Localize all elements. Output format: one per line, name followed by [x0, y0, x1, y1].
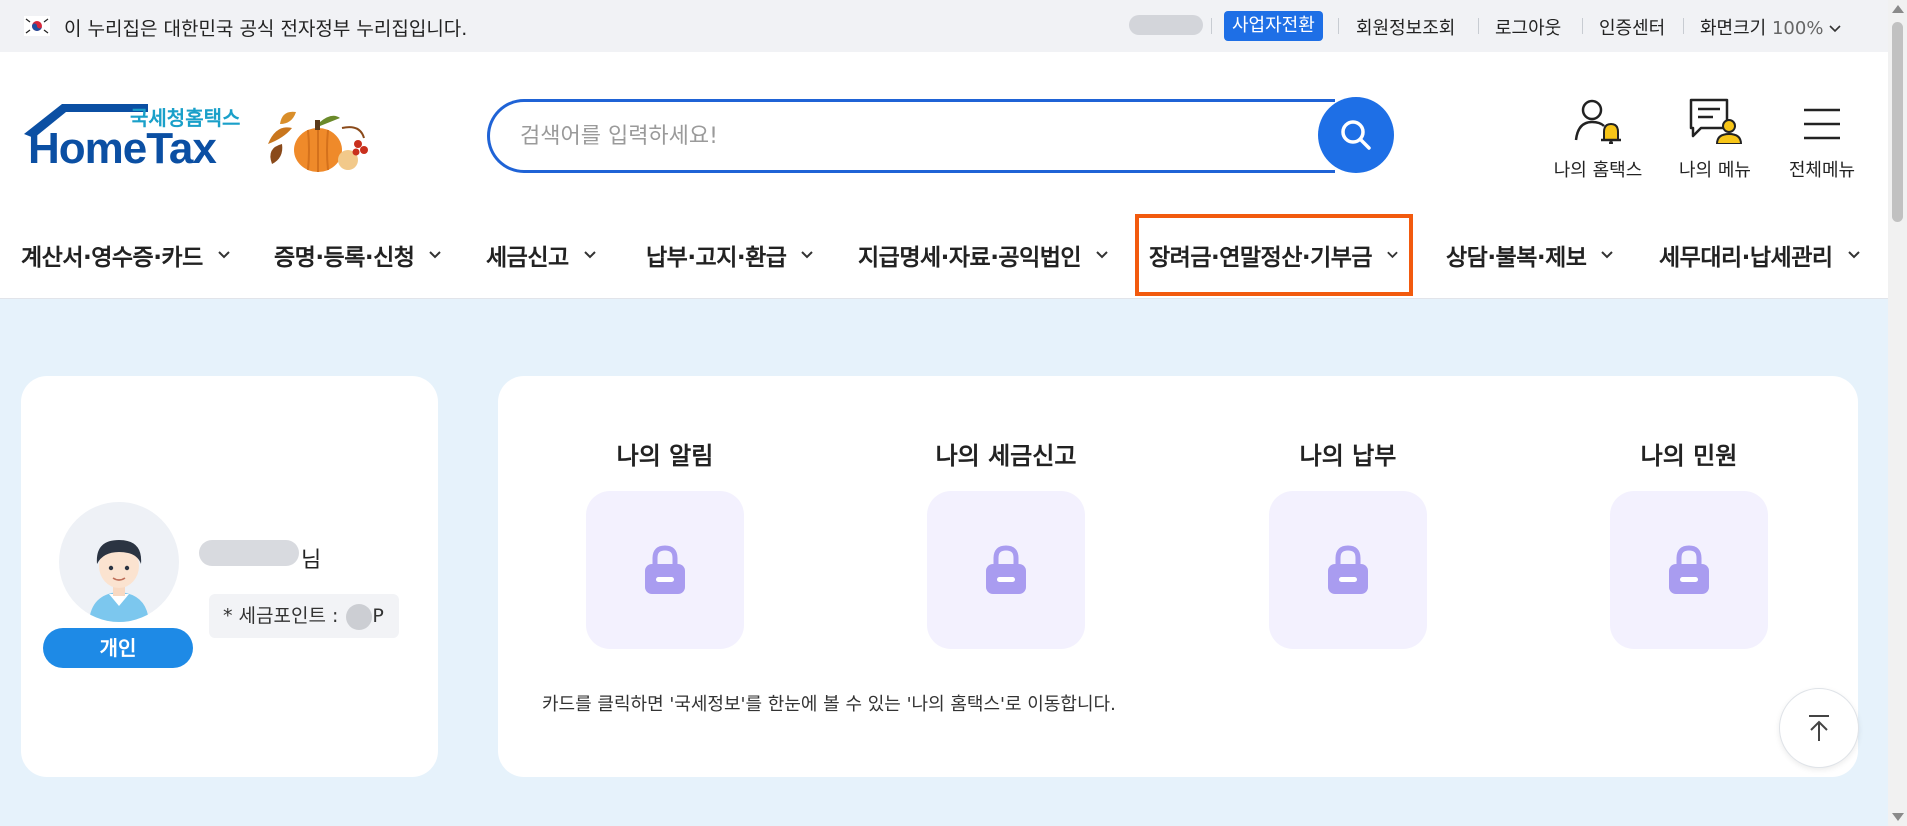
user-name-redacted — [199, 540, 299, 566]
my-dashboard-card: 나의 알림 나의 세금신고 나의 납부 나의 민원 카드를 클릭하면 '국세정보… — [498, 376, 1858, 777]
search-box — [487, 99, 1335, 173]
card-tile[interactable] — [586, 491, 744, 649]
tax-points-unit: P — [372, 605, 384, 627]
avatar — [59, 502, 179, 622]
tax-points[interactable]: * 세금포인트 : P — [209, 594, 399, 638]
nav-item-certificates[interactable]: 증명·등록·신청 — [274, 220, 442, 290]
divider — [1582, 18, 1583, 34]
zoom-control[interactable]: 화면크기 100% — [1700, 14, 1841, 40]
card-tile[interactable] — [927, 491, 1085, 649]
search-icon — [1341, 120, 1371, 150]
hometax-logo[interactable]: 국세청홈택스 HomeTax — [20, 100, 250, 173]
chevron-down-icon — [1601, 251, 1614, 259]
lock-icon — [645, 545, 685, 594]
card-my-alerts[interactable]: 나의 알림 — [585, 436, 745, 649]
gov-notice-text: 이 누리집은 대한민국 공식 전자정부 누리집입니다. — [64, 18, 468, 40]
scrollbar-thumb[interactable] — [1892, 22, 1903, 222]
lock-icon — [986, 545, 1026, 594]
nav-item-incentives[interactable]: 장려금·연말정산·기부금 — [1135, 214, 1413, 296]
nav-label: 상담·불복·제보 — [1446, 245, 1587, 271]
nav-item-invoices[interactable]: 계산서·영수증·카드 — [21, 220, 231, 290]
card-title: 나의 알림 — [616, 442, 714, 470]
divider — [1683, 18, 1684, 34]
card-tile[interactable] — [1610, 491, 1768, 649]
chevron-down-icon — [1847, 251, 1860, 259]
chevron-down-icon — [801, 251, 814, 259]
logout-link[interactable]: 로그아웃 — [1495, 14, 1561, 40]
lock-icon — [1328, 545, 1368, 594]
divider — [1338, 18, 1339, 34]
card-title: 나의 납부 — [1299, 442, 1397, 470]
card-title: 나의 세금신고 — [935, 442, 1077, 470]
tax-points-label: * 세금포인트 : — [223, 605, 345, 627]
logo-english-text: HomeTax — [28, 124, 217, 173]
main-nav: 계산서·영수증·카드 증명·등록·신청 세금신고 납부·고지·환급 지급명세·자… — [0, 214, 1888, 296]
arrow-up-icon — [1809, 715, 1829, 741]
tax-points-redacted — [346, 603, 373, 630]
page-scrollbar[interactable] — [1888, 0, 1907, 826]
hamburger-menu-icon — [1804, 108, 1840, 140]
chevron-down-icon — [1829, 25, 1841, 33]
nav-label: 지급명세·자료·공익법인 — [858, 245, 1082, 271]
nav-item-consultation[interactable]: 상담·불복·제보 — [1446, 220, 1614, 290]
business-switch-button[interactable]: 사업자전환 — [1224, 11, 1323, 41]
nav-item-payment[interactable]: 납부·고지·환급 — [646, 220, 814, 290]
chevron-down-icon — [1096, 251, 1108, 259]
my-menu-button[interactable]: 나의 메뉴 — [1660, 94, 1770, 182]
nav-item-tax-filing[interactable]: 세금신고 — [486, 220, 597, 290]
user-avatar-icon — [89, 540, 149, 622]
scroll-down-arrow-icon[interactable] — [1892, 813, 1904, 821]
nav-label: 납부·고지·환급 — [646, 245, 787, 271]
scroll-up-arrow-icon[interactable] — [1892, 5, 1904, 13]
site-header: 국세청홈택스 HomeTax 나의 — [0, 52, 1888, 299]
util-label: 전체메뉴 — [1788, 160, 1856, 181]
search-button[interactable] — [1318, 97, 1394, 173]
lock-icon — [1669, 545, 1709, 594]
my-hometax-button[interactable]: 나의 홈택스 — [1543, 94, 1653, 182]
nav-label: 장려금·연말정산·기부금 — [1149, 245, 1373, 271]
member-info-link[interactable]: 회원정보조회 — [1356, 14, 1455, 40]
chevron-down-icon — [1387, 251, 1398, 259]
nav-label: 계산서·영수증·카드 — [21, 245, 203, 271]
cert-center-link[interactable]: 인증센터 — [1599, 14, 1665, 40]
card-tile[interactable] — [1269, 491, 1427, 649]
card-my-petitions[interactable]: 나의 민원 — [1609, 436, 1769, 649]
nav-item-tax-agent[interactable]: 세무대리·납세관리 — [1659, 220, 1861, 290]
user-type-badge: 개인 — [43, 628, 193, 668]
korea-flag-icon — [24, 16, 50, 36]
chevron-down-icon — [218, 251, 230, 259]
chat-user-icon — [1689, 98, 1743, 144]
card-my-payment[interactable]: 나의 납부 — [1268, 436, 1428, 649]
chevron-down-icon — [583, 251, 596, 259]
user-bell-icon — [1574, 99, 1621, 144]
util-label: 나의 홈택스 — [1553, 160, 1643, 181]
nav-label: 세금신고 — [486, 245, 569, 271]
util-label: 나의 메뉴 — [1679, 160, 1751, 181]
divider — [1478, 18, 1479, 34]
zoom-label: 화면크기 — [1700, 18, 1767, 39]
card-my-tax-filing[interactable]: 나의 세금신고 — [926, 436, 1086, 649]
dashboard-note: 카드를 클릭하면 '국세정보'를 한눈에 볼 수 있는 '나의 홈택스'로 이동… — [542, 694, 1116, 715]
chevron-down-icon — [429, 251, 442, 259]
nav-label: 증명·등록·신청 — [274, 245, 415, 271]
user-name-redacted — [1129, 15, 1203, 35]
autumn-pumpkin-icon — [268, 111, 368, 172]
all-menu-button[interactable]: 전체메뉴 — [1767, 94, 1877, 182]
scroll-to-top-button[interactable] — [1779, 688, 1859, 768]
nav-label: 세무대리·납세관리 — [1659, 245, 1833, 271]
zoom-value: 100% — [1771, 18, 1824, 39]
divider — [1211, 18, 1212, 34]
gov-banner: 이 누리집은 대한민국 공식 전자정부 누리집입니다. 사업자전환 회원정보조회… — [0, 0, 1888, 52]
search-input[interactable] — [490, 102, 1335, 170]
name-suffix: 님 — [301, 548, 322, 573]
nav-item-statements[interactable]: 지급명세·자료·공익법인 — [858, 220, 1109, 290]
card-title: 나의 민원 — [1640, 442, 1738, 470]
profile-card: 개인 님 * 세금포인트 : P — [21, 376, 438, 777]
